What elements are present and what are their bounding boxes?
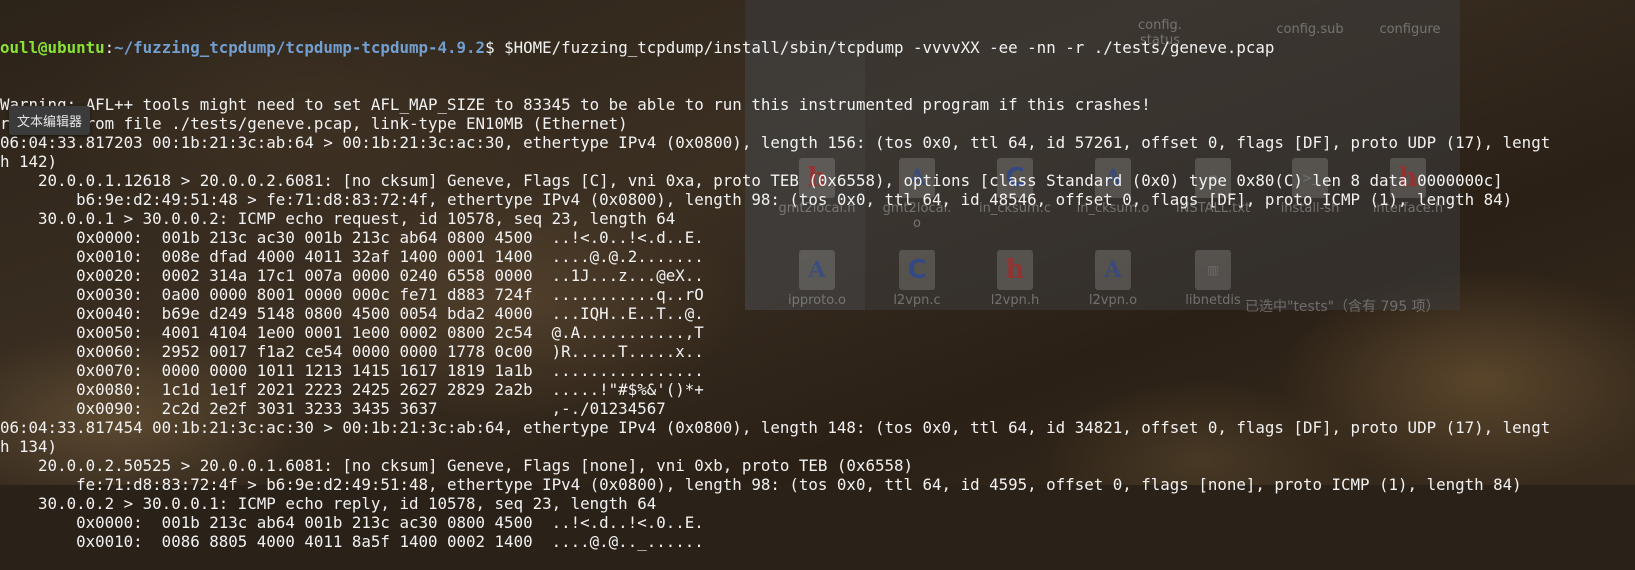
output-line: 0x0050: 4001 4104 1e00 0001 1e00 0002 08… — [0, 323, 704, 342]
output-line: 06:04:33.817203 00:1b:21:3c:ab:64 > 00:1… — [0, 133, 1551, 152]
terminal-window[interactable]: oull@ubuntu:~/fuzzing_tcpdump/tcpdump-tc… — [0, 0, 1635, 551]
output-line: 0x0020: 0002 314a 17c1 007a 0000 0240 65… — [0, 266, 704, 285]
prompt-command: $HOME/fuzzing_tcpdump/install/sbin/tcpdu… — [494, 38, 1275, 57]
output-line: 06:04:33.817454 00:1b:21:3c:ac:30 > 00:1… — [0, 418, 1551, 437]
output-line: 0x0030: 0a00 0000 8001 0000 000c fe71 d8… — [0, 285, 704, 304]
output-line: b6:9e:d2:49:51:48 > fe:71:d8:83:72:4f, e… — [0, 190, 1513, 209]
output-line: 0x0040: b69e d249 5148 0800 4500 0054 bd… — [0, 304, 704, 323]
output-line: 30.0.0.2 > 30.0.0.1: ICMP echo reply, id… — [0, 494, 657, 513]
output-line: 20.0.0.1.12618 > 20.0.0.2.6081: [no cksu… — [0, 171, 1503, 190]
prompt-user-host: oull@ubuntu — [0, 38, 105, 57]
output-line: h 134) — [0, 437, 58, 456]
output-line: 0x0060: 2952 0017 f1a2 ce54 0000 0000 17… — [0, 342, 704, 361]
output-line: h 142) — [0, 152, 58, 171]
output-line: 0x0010: 0086 8805 4000 4011 8a5f 1400 00… — [0, 532, 704, 551]
prompt-line: oull@ubuntu:~/fuzzing_tcpdump/tcpdump-tc… — [0, 38, 1275, 57]
terminal-output: Warning: AFL++ tools might need to set A… — [0, 95, 1635, 551]
output-line: 0x0070: 0000 0000 1011 1213 1415 1617 18… — [0, 361, 704, 380]
output-line: 0x0080: 1c1d 1e1f 2021 2223 2425 2627 28… — [0, 380, 704, 399]
prompt-symbol: $ — [485, 38, 495, 57]
output-line: 0x0000: 001b 213c ab64 001b 213c ac30 08… — [0, 513, 704, 532]
output-line: reading from file ./tests/geneve.pcap, l… — [0, 114, 628, 133]
output-line: 0x0010: 008e dfad 4000 4011 32af 1400 00… — [0, 247, 704, 266]
tooltip-text-editor: 文本编辑器 — [9, 106, 91, 135]
output-line: 20.0.0.2.50525 > 20.0.0.1.6081: [no cksu… — [0, 456, 914, 475]
prompt-path: ~/fuzzing_tcpdump/tcpdump-tcpdump-4.9.2 — [114, 38, 486, 57]
output-line: 0x0000: 001b 213c ac30 001b 213c ab64 08… — [0, 228, 704, 247]
output-line: Warning: AFL++ tools might need to set A… — [0, 95, 1151, 114]
output-line: 0x0090: 2c2d 2e2f 3031 3233 3435 3637 ,-… — [0, 399, 666, 418]
output-line: 30.0.0.1 > 30.0.0.2: ICMP echo request, … — [0, 209, 676, 228]
